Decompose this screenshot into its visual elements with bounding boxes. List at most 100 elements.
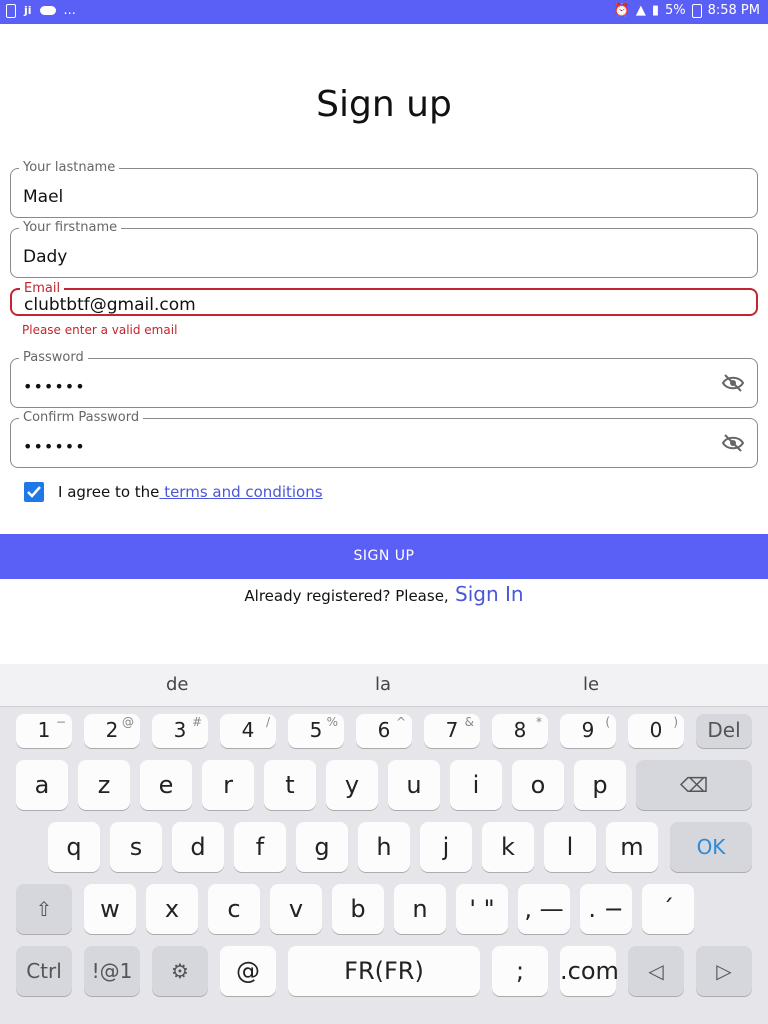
- clock: 8:58 PM: [707, 3, 760, 18]
- lastname-field[interactable]: Your lastname Mael: [10, 160, 758, 218]
- symbols-key[interactable]: !@1: [84, 946, 140, 996]
- key-punct-1[interactable]: , —: [518, 884, 570, 934]
- key-w[interactable]: w: [84, 884, 136, 934]
- key-q[interactable]: q: [48, 822, 100, 872]
- already-registered-row: Already registered? Please, Sign In: [0, 582, 768, 606]
- email-field[interactable]: Email clubtbtf@gmail.com: [10, 281, 758, 316]
- key-0[interactable]: 0): [628, 714, 684, 748]
- key-y[interactable]: y: [326, 760, 378, 810]
- ctrl-key[interactable]: Ctrl: [16, 946, 72, 996]
- signal-icon: ▮: [651, 3, 659, 18]
- key-t[interactable]: t: [264, 760, 316, 810]
- key-h[interactable]: h: [358, 822, 410, 872]
- terms-checkbox[interactable]: [24, 482, 44, 502]
- ok-key[interactable]: OK: [670, 822, 752, 872]
- key-f[interactable]: f: [234, 822, 286, 872]
- battery-icon: [691, 3, 702, 18]
- confirm-password-field[interactable]: Confirm Password ••••••: [10, 410, 758, 468]
- key-r[interactable]: r: [202, 760, 254, 810]
- key-e[interactable]: e: [140, 760, 192, 810]
- confirm-password-label: Confirm Password: [19, 410, 144, 425]
- sign-in-link[interactable]: Sign In: [449, 582, 524, 606]
- lastname-value[interactable]: Mael: [23, 187, 63, 207]
- key-shift-symbol: &: [464, 715, 474, 729]
- key-z[interactable]: z: [78, 760, 130, 810]
- firstname-value[interactable]: Dady: [23, 247, 67, 267]
- key-9[interactable]: 9(: [560, 714, 616, 748]
- key-6[interactable]: 6 ^: [356, 714, 412, 748]
- left-arrow-key[interactable]: ◁: [628, 946, 684, 996]
- key-a[interactable]: a: [16, 760, 68, 810]
- suggestion-bar: de la le: [0, 664, 768, 707]
- key-4[interactable]: 4/: [220, 714, 276, 748]
- key-l[interactable]: l: [544, 822, 596, 872]
- key-v[interactable]: v: [270, 884, 322, 934]
- suggestion-2[interactable]: la: [375, 674, 391, 695]
- key-u[interactable]: u: [388, 760, 440, 810]
- email-error-text: Please enter a valid email: [22, 323, 178, 337]
- key-shift-symbol: −: [55, 715, 66, 729]
- check-icon: [27, 486, 41, 498]
- key-punct-3[interactable]: ´: [642, 884, 694, 934]
- cloud-icon: [39, 6, 56, 15]
- password-label: Password: [19, 350, 88, 365]
- suggestion-1[interactable]: de: [166, 674, 189, 695]
- eye-off-icon[interactable]: [721, 433, 745, 453]
- key-7[interactable]: 7 &: [424, 714, 480, 748]
- key-m[interactable]: m: [606, 822, 658, 872]
- settings-key[interactable]: ⚙: [152, 946, 208, 996]
- key-p[interactable]: p: [574, 760, 626, 810]
- key-shift-symbol: ): [673, 715, 678, 729]
- key-punct-2[interactable]: . −: [580, 884, 632, 934]
- key-b[interactable]: b: [332, 884, 384, 934]
- key-i[interactable]: i: [450, 760, 502, 810]
- firstname-field[interactable]: Your firstname Dady: [10, 220, 758, 278]
- email-value[interactable]: clubtbtf@gmail.com: [24, 295, 196, 315]
- key-shift-symbol: /: [265, 715, 270, 729]
- suggestion-3[interactable]: le: [583, 674, 599, 695]
- on-screen-keyboard: de la le 1− 2 @ 3 # 4/5% 6 ^ 7 & 8 * 9( 0) Del a z e r t y u i…: [0, 664, 768, 1024]
- key-c[interactable]: c: [208, 884, 260, 934]
- key-o[interactable]: o: [512, 760, 564, 810]
- space-key[interactable]: FR(FR): [288, 946, 480, 996]
- wifi-icon: ▲: [635, 3, 646, 18]
- key-shift-symbol: *: [536, 715, 542, 729]
- del-key[interactable]: Del: [696, 714, 752, 748]
- battery-status-icon: [6, 3, 16, 18]
- key-g[interactable]: g: [296, 822, 348, 872]
- key-j[interactable]: j: [420, 822, 472, 872]
- battery-percent: 5%: [664, 3, 686, 18]
- key-d[interactable]: d: [172, 822, 224, 872]
- key-2[interactable]: 2 @: [84, 714, 140, 748]
- key-shift-symbol: #: [191, 715, 202, 729]
- email-label: Email: [20, 281, 65, 296]
- key-1[interactable]: 1−: [16, 714, 72, 748]
- key-s[interactable]: s: [110, 822, 162, 872]
- shift-key[interactable]: ⇧: [16, 884, 72, 934]
- key-3[interactable]: 3 #: [152, 714, 208, 748]
- more-notifications: ...: [63, 3, 76, 18]
- password-field[interactable]: Password ••••••: [10, 350, 758, 408]
- key-n[interactable]: n: [394, 884, 446, 934]
- sign-up-button[interactable]: SIGN UP: [0, 534, 768, 579]
- alarm-icon: ⏰: [613, 3, 630, 18]
- notification-icon: ji: [24, 4, 32, 17]
- key-punct-0[interactable]: ' ": [456, 884, 508, 934]
- status-bar: ji ... ⏰ ▲ ▮ 5% 8:58 PM: [0, 0, 768, 24]
- terms-link[interactable]: terms and conditions: [159, 483, 322, 501]
- key-8[interactable]: 8 *: [492, 714, 548, 748]
- password-value[interactable]: ••••••: [23, 377, 86, 396]
- key-k[interactable]: k: [482, 822, 534, 872]
- at-key[interactable]: @: [220, 946, 276, 996]
- eye-off-icon[interactable]: [721, 373, 745, 393]
- key-shift-symbol: @: [122, 715, 134, 729]
- key-x[interactable]: x: [146, 884, 198, 934]
- semicolon-key[interactable]: ;: [492, 946, 548, 996]
- backspace-key[interactable]: ⌫: [636, 760, 752, 810]
- firstname-label: Your firstname: [19, 220, 122, 235]
- agree-label: I agree to the: [58, 483, 160, 501]
- right-arrow-key[interactable]: ▷: [696, 946, 752, 996]
- dotcom-key[interactable]: .com: [560, 946, 619, 996]
- key-5[interactable]: 5%: [288, 714, 344, 748]
- confirm-password-value[interactable]: ••••••: [23, 437, 86, 456]
